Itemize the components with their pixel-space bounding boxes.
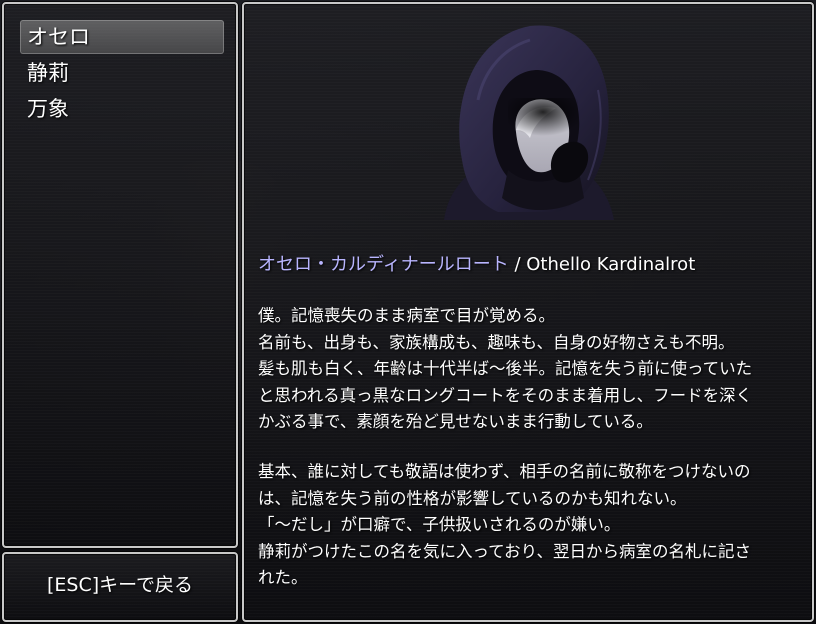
character-list-window: オセロ 静莉 万象 [2,2,238,548]
description-paragraph-1: 僕。記憶喪失のまま病室で目が覚める。 名前も、出身も、家族構成も、趣味も、自身の… [258,303,806,436]
help-window: [ESC]キーで戻る [2,552,238,622]
character-name-english: Othello Kardinalrot [526,254,696,275]
character-detail-window: オセロ・カルディナールロート / Othello Kardinalrot 僕。記… [242,2,814,622]
character-name: オセロ・カルディナールロート / Othello Kardinalrot [258,250,695,276]
back-hint[interactable]: [ESC]キーで戻る [4,554,236,620]
character-name-japanese: オセロ・カルディナールロート [258,254,509,275]
description-line: 静莉がつけたこの名を気に入っており、翌日から病室の名札に記さ [258,541,752,561]
description-line: れた。 [258,568,308,587]
character-item-shizuri[interactable]: 静莉 [20,56,224,90]
name-separator: / [508,254,527,275]
game-screen: オセロ 静莉 万象 [ESC]キーで戻る オセロ・カルディナールロート / Ot… [0,0,816,624]
description-line: 基本、誰に対しても敬語は使わず、相手の名前に敬称をつけないの [258,462,751,481]
description-line: 僕。記憶喪失のまま病室で目が覚める。 [258,306,555,325]
description-paragraph-2: 基本、誰に対しても敬語は使わず、相手の名前に敬称をつけないの は、記憶を失う前の… [258,459,806,592]
description-line: と思われる真っ黒なロングコートをそのまま着用し、フードを深く [258,385,753,405]
description-line: 「～だし」が口癖で、子供扱いされるのが嫌い。 [258,515,621,534]
description-line: かぶる事で、素顔を殆ど見せないまま行動している。 [258,412,653,431]
character-portrait [444,25,614,220]
character-item-othello[interactable]: オセロ [20,20,224,54]
description-line: は、記憶を失う前の性格が影響しているのかも知れない。 [258,488,687,508]
description-line: 名前も、出身も、家族構成も、趣味も、自身の好物さえも不明。 [258,332,735,352]
description-line: 髪も肌も白く、年齢は十代半ば～後半。記憶を失う前に使っていた [258,359,753,378]
character-item-banshou[interactable]: 万象 [20,92,224,126]
